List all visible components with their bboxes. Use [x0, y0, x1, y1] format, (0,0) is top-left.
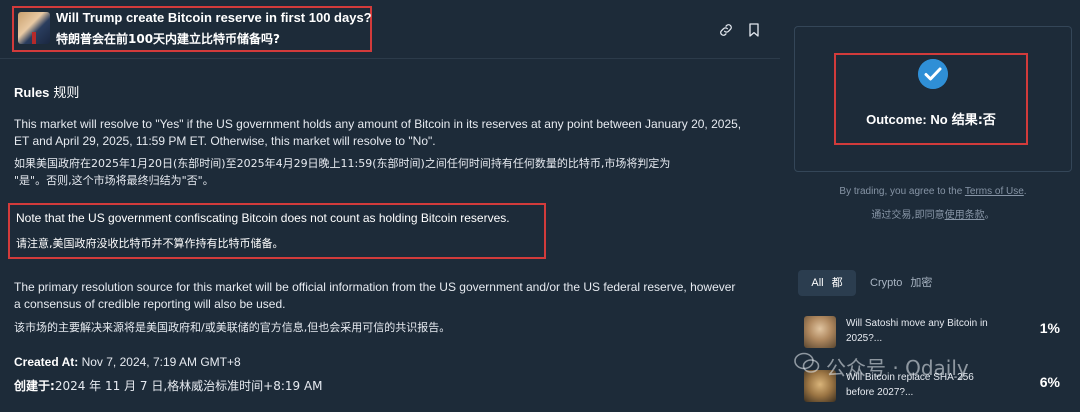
rules-paragraph-en: This market will resolve to "Yes" if the… — [14, 117, 742, 148]
created-at: Created At: Nov 7, 2024, 7:19 AM GMT+8 — [14, 355, 241, 369]
note-text: Note that the US government confiscating… — [16, 211, 510, 225]
market-thumbnail — [804, 316, 836, 348]
tab-crypto[interactable]: Crypto 加密 — [870, 270, 932, 296]
market-title: Will Trump create Bitcoin reserve in fir… — [56, 10, 372, 25]
related-market-probability: 6% — [1039, 374, 1060, 390]
market-avatar — [18, 12, 50, 44]
wechat-icon — [794, 352, 820, 373]
terms-notice: By trading, you agree to the Terms of Us… — [839, 186, 1027, 197]
resolution-source-paragraph: The primary resolution source for this m… — [14, 280, 736, 311]
header-divider — [0, 58, 780, 59]
terms-notice-zh: 通过交易,即同意使用条款。 — [871, 210, 995, 221]
outcome-label: Outcome: No 结果:否 — [866, 112, 996, 128]
market-title-zh: 特朗普会在前100天内建立比特币储备吗? — [56, 32, 281, 46]
watermark: 公众号 · Odaily — [826, 356, 969, 380]
resolution-source-paragraph-zh: 该市场的主要解决来源将是美国政府和/或美联储的官方信息,但也会采用可信的共识报告… — [14, 321, 451, 334]
related-market-probability: 1% — [1039, 320, 1060, 336]
related-market-item[interactable]: Will Satoshi move any Bitcoin in 2025?...… — [804, 314, 1080, 350]
note-text-zh: 请注意,美国政府没收比特币并不算作持有比特币储备。 — [16, 237, 284, 250]
created-at-zh: 创建于:2024 年 11 月 7 日,格林威治标准时间+8:19 AM — [14, 379, 323, 393]
tab-all[interactable]: All 都 — [798, 270, 856, 296]
outcome-card: Outcome: No 结果:否 — [834, 53, 1028, 145]
rules-paragraph-zh: 如果美国政府在2025年1月20日(东部时间)至2025年4月29日晚上11:5… — [14, 157, 671, 187]
terms-link-zh[interactable]: 使用条款 — [945, 210, 985, 221]
link-icon[interactable] — [718, 22, 734, 38]
terms-link[interactable]: Terms of Use — [965, 186, 1024, 197]
related-market-title: Will Satoshi move any Bitcoin in 2025?... — [846, 318, 988, 344]
bookmark-icon[interactable] — [746, 22, 762, 38]
rules-note: Note that the US government confiscating… — [8, 203, 546, 259]
market-header: Will Trump create Bitcoin reserve in fir… — [12, 6, 372, 52]
rules-heading: Rules 规则 — [14, 85, 80, 101]
check-circle-icon — [918, 59, 948, 89]
